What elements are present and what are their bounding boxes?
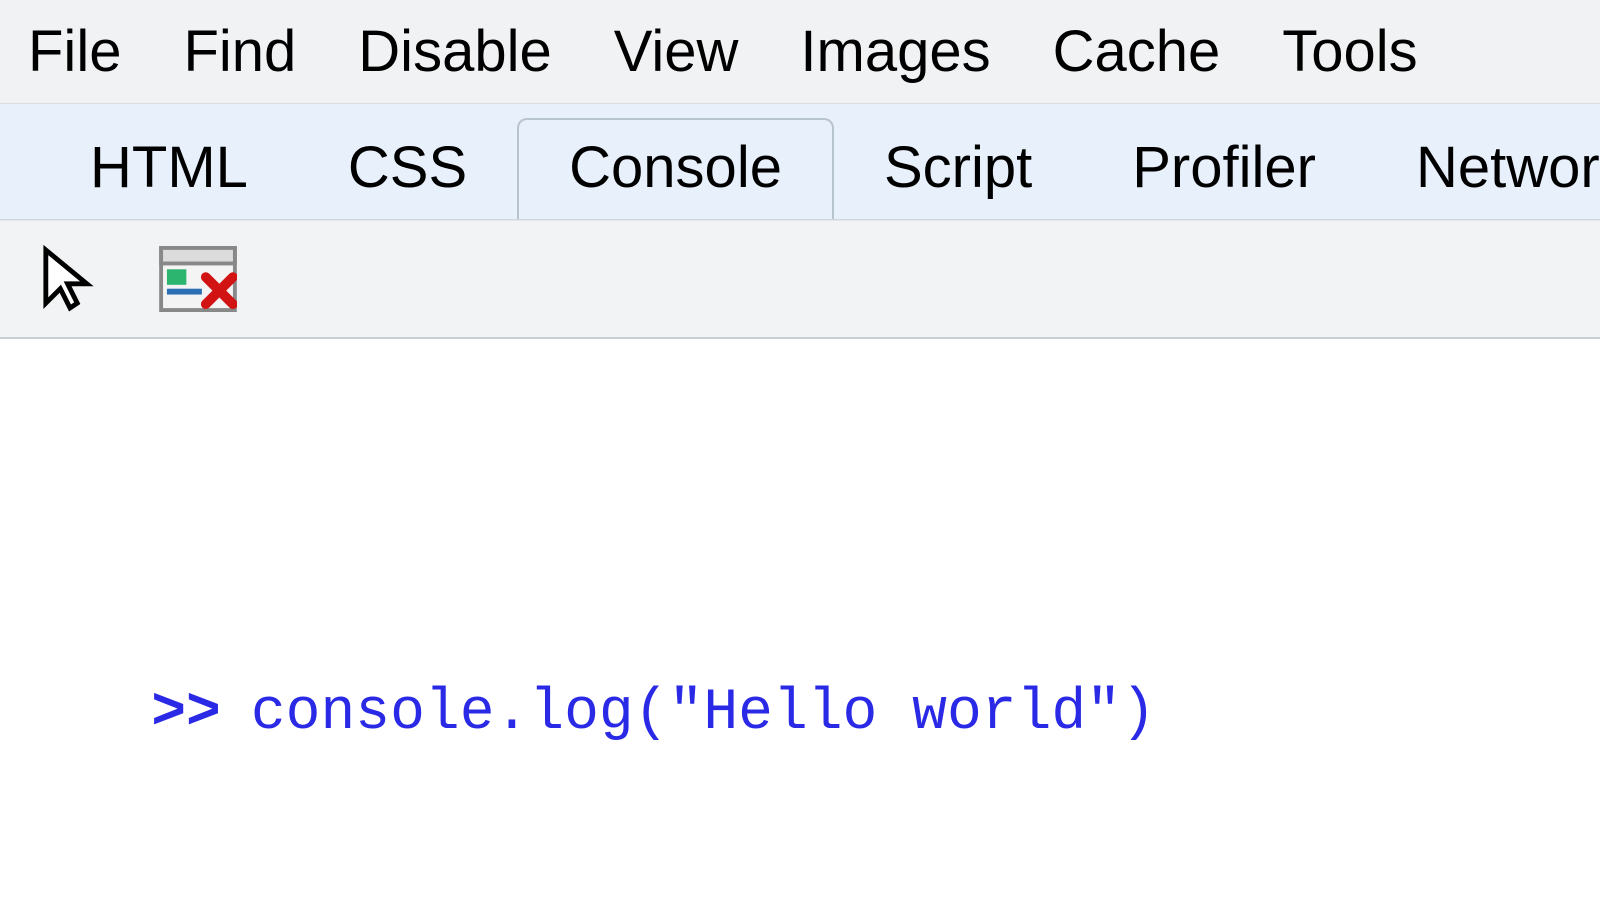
menu-images[interactable]: Images xyxy=(800,18,990,85)
tab-console[interactable]: Console xyxy=(517,118,834,219)
menu-find[interactable]: Find xyxy=(183,18,296,85)
console-prompt: >> xyxy=(151,681,221,746)
tab-strip: HTML CSS Console Script Profiler Network xyxy=(0,104,1600,220)
menu-view[interactable]: View xyxy=(614,18,739,85)
tab-css[interactable]: CSS xyxy=(298,120,517,219)
menu-disable[interactable]: Disable xyxy=(358,18,551,85)
tab-script[interactable]: Script xyxy=(834,120,1082,219)
clear-console-button[interactable] xyxy=(158,239,238,319)
console-input-line: >> console.log("Hello world") xyxy=(12,566,1588,862)
tab-network[interactable]: Network xyxy=(1366,120,1600,219)
select-element-button[interactable] xyxy=(30,239,110,319)
menu-cache[interactable]: Cache xyxy=(1053,18,1221,85)
console-toolbar xyxy=(0,220,1600,339)
menu-file[interactable]: File xyxy=(28,18,121,85)
menu-bar: File Find Disable View Images Cache Tool… xyxy=(0,0,1600,104)
console-output-panel[interactable]: >>console.log("Hello world") LOG: Hello … xyxy=(0,339,1600,900)
clear-console-icon xyxy=(159,246,237,312)
menu-tools[interactable]: Tools xyxy=(1282,18,1417,85)
cursor-icon xyxy=(41,244,99,314)
tab-html[interactable]: HTML xyxy=(40,120,298,219)
tab-profiler[interactable]: Profiler xyxy=(1082,120,1366,219)
console-input-text: console.log("Hello world") xyxy=(251,681,1156,746)
